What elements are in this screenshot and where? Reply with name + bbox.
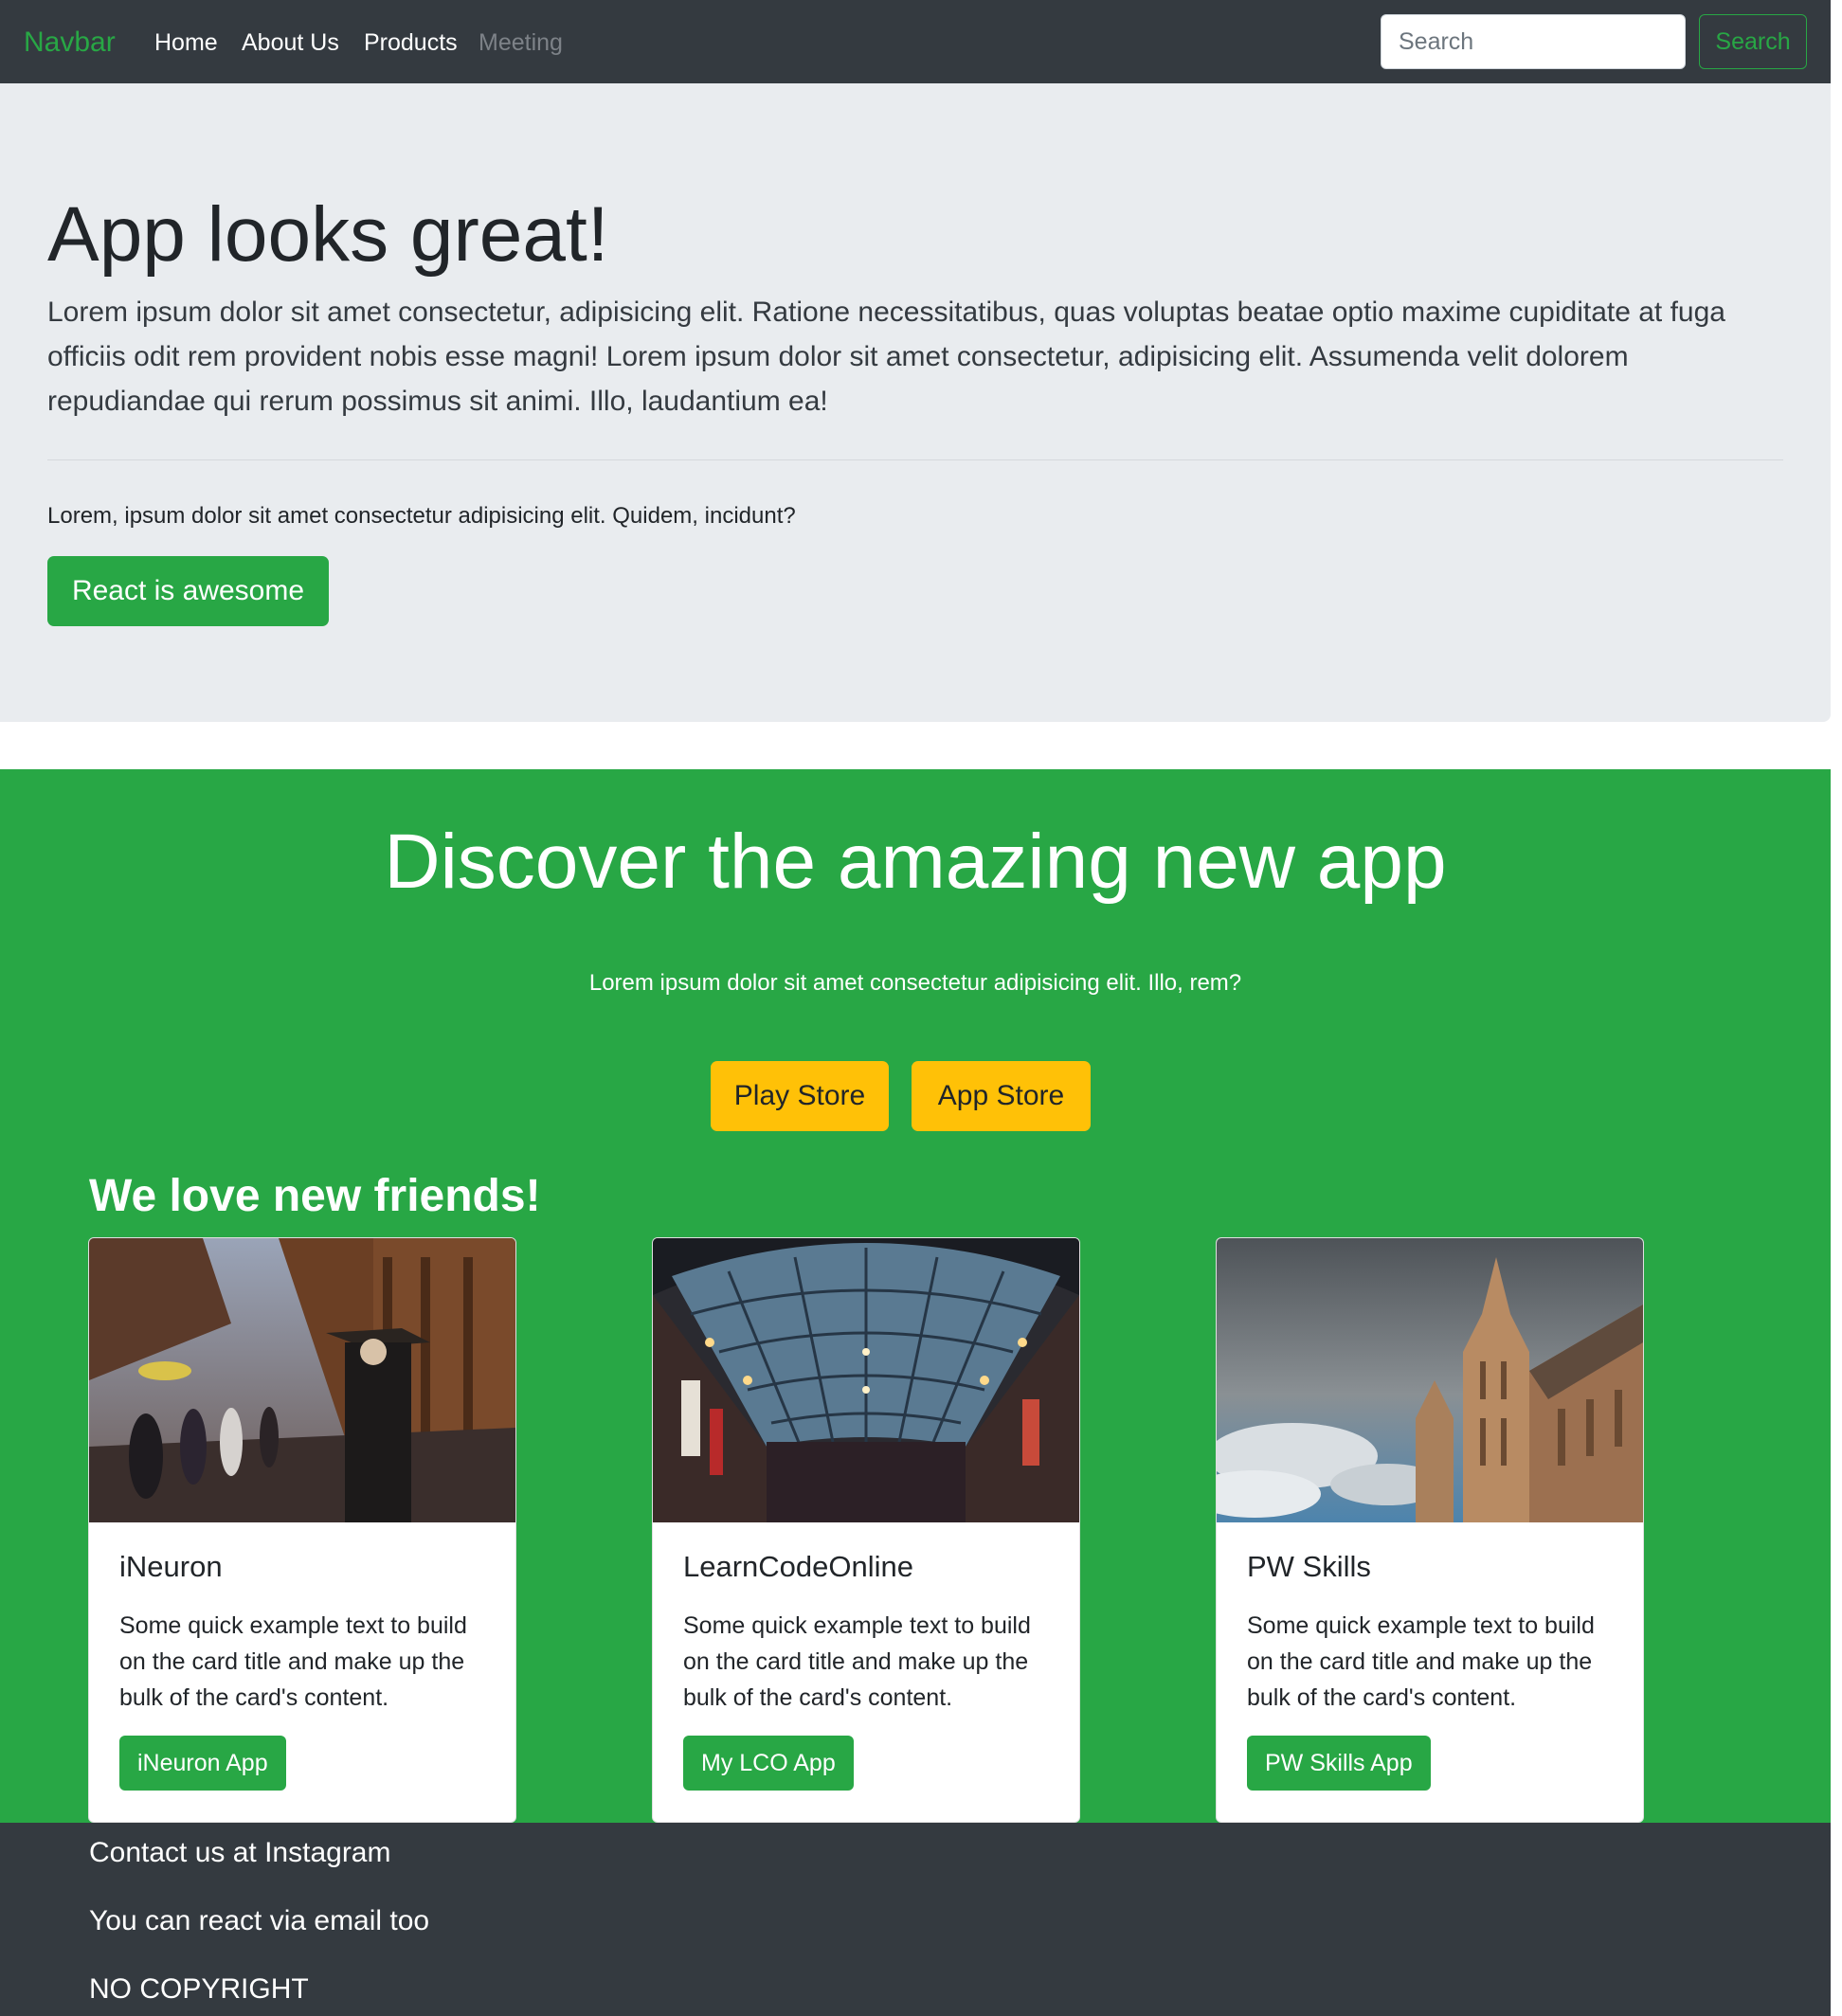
jumbotron: App looks great! Lorem ipsum dolor sit a… bbox=[0, 83, 1831, 722]
hero-text: Lorem ipsum dolor sit amet consectetur a… bbox=[588, 970, 1242, 996]
page: Navbar Home About Us Products Meeting Se… bbox=[0, 0, 1831, 2016]
footer-copyright: NO COPYRIGHT bbox=[89, 1973, 309, 2005]
nav-link-home[interactable]: Home bbox=[154, 27, 218, 59]
nav-link-products[interactable]: Products bbox=[364, 27, 458, 59]
navbar: Navbar Home About Us Products Meeting Se… bbox=[0, 0, 1831, 83]
app-promo-section: Discover the amazing new app Lorem ipsum… bbox=[0, 769, 1831, 1823]
page-wrapper: Navbar Home About Us Products Meeting Se… bbox=[0, 0, 1842, 2016]
card-ineuron: iNeuron Some quick example text to build… bbox=[88, 1237, 516, 1823]
card-text: Some quick example text to build on the … bbox=[119, 1612, 467, 1711]
react-is-awesome-button[interactable]: React is awesome bbox=[47, 556, 329, 626]
search-input[interactable] bbox=[1381, 14, 1686, 69]
card-title: LearnCodeOnline bbox=[683, 1550, 914, 1583]
footer: Contact us at Instagram You can react vi… bbox=[0, 1823, 1831, 2016]
jumbotron-text: Lorem, ipsum dolor sit amet consectetur … bbox=[47, 503, 796, 529]
footer-contact-instagram: Contact us at Instagram bbox=[89, 1837, 391, 1868]
app-store-button[interactable]: App Store bbox=[912, 1061, 1091, 1131]
friends-heading: We love new friends! bbox=[89, 1171, 541, 1221]
search-button[interactable]: Search bbox=[1699, 14, 1807, 69]
cathedral-photo bbox=[1217, 1238, 1643, 1522]
nav-link-about-us[interactable]: About Us bbox=[242, 27, 339, 59]
card-pw-skills: PW Skills Some quick example text to bui… bbox=[1216, 1237, 1644, 1823]
play-store-button[interactable]: Play Store bbox=[711, 1061, 889, 1131]
card-text: Some quick example text to build on the … bbox=[1247, 1612, 1595, 1711]
hero-title: Discover the amazing new app bbox=[384, 819, 1447, 905]
divider bbox=[47, 459, 1783, 460]
pw-skills-app-button[interactable]: PW Skills App bbox=[1247, 1736, 1431, 1791]
nav-link-meeting: Meeting bbox=[479, 29, 563, 56]
jumbotron-lead: Lorem ipsum dolor sit amet consectetur, … bbox=[47, 297, 1725, 417]
card-learncodeonline: LearnCodeOnline Some quick example text … bbox=[652, 1237, 1080, 1823]
jumbotron-title: App looks great! bbox=[47, 191, 609, 278]
arcade-photo bbox=[653, 1238, 1079, 1522]
my-lco-app-button[interactable]: My LCO App bbox=[683, 1736, 854, 1791]
navbar-brand[interactable]: Navbar bbox=[24, 24, 116, 62]
card-title: PW Skills bbox=[1247, 1550, 1371, 1583]
footer-email-text: You can react via email too bbox=[89, 1905, 430, 1936]
card-title: iNeuron bbox=[119, 1550, 223, 1583]
card-text: Some quick example text to build on the … bbox=[683, 1612, 1031, 1711]
ineuron-app-button[interactable]: iNeuron App bbox=[119, 1736, 286, 1791]
street-photo bbox=[89, 1238, 515, 1522]
